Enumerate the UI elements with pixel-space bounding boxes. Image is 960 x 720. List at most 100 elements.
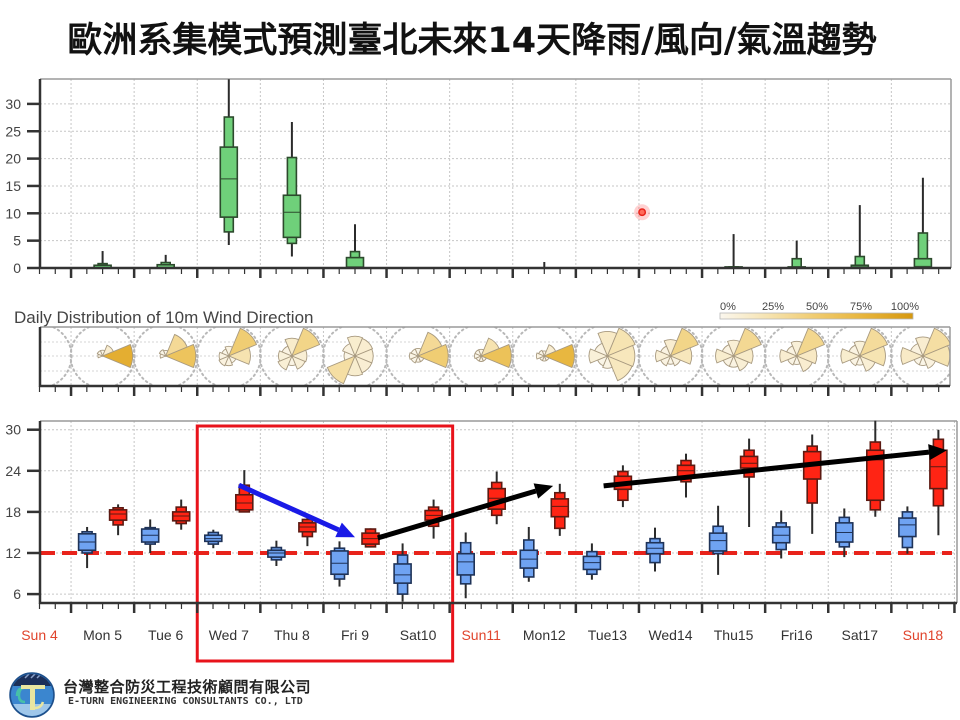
y-tick-label: 12 [5,545,21,561]
x-tick-label: Thu 8 [274,627,310,643]
chart-title: Daily Distribution of 10m Wind Direction [14,308,314,327]
wind-rose [655,327,699,367]
colorbar-label: 50% [806,301,828,313]
y-tick-label: 30 [5,422,21,438]
x-tick-label: Tue 6 [148,627,183,643]
x-tick-label: Wed 7 [209,627,249,643]
precipitation-box [156,254,175,269]
wind-rose [277,327,321,371]
charts-canvas: 0 5 10 15 20 25 30 Daily Distribution of 10m Wi… [5,78,958,663]
colorbar [719,312,914,320]
box-p25-p75 [282,194,302,239]
wind-rose [408,331,449,369]
colorbar-label: 0% [720,301,736,313]
y-tick-label: 18 [5,504,21,520]
min-temperature-box [330,541,349,587]
min-temperature-box [77,526,97,569]
precipitation-box [787,240,807,269]
x-tick-label: Sun18 [903,627,944,643]
colorbar-label: 75% [850,301,872,313]
x-tick-label: Fri 9 [341,627,369,643]
min-temperature-box [582,543,602,580]
precipitation-box [850,205,870,269]
wind-rose [326,335,374,385]
x-tick-label: Mon 5 [83,627,122,643]
box-p25-p75 [330,550,349,576]
max-temperature-box [865,420,885,517]
min-temperature-box [456,532,476,599]
min-temperature-box [140,519,160,553]
precipitation-chart: 0 5 10 15 20 25 30 [5,78,952,278]
x-tick-label: Mon12 [523,627,566,643]
wind-rose [535,343,575,369]
x-tick-label: Tue13 [588,627,627,643]
wind-direction-chart: Daily Distribution of 10m Wind Direction… [14,301,951,396]
colorbar-legend: 0% 25% 50% 75% 100% [719,301,919,320]
y-tick-label: 24 [5,463,21,479]
max-temperature-box [361,528,380,548]
precipitation-box [913,177,933,269]
arrow-shaft [377,488,537,541]
precipitation-box [724,234,743,269]
box-p25-p75 [456,552,476,576]
box-p25-p75 [550,498,570,518]
x-tick-label: Thu15 [714,627,754,643]
arrow-shaft [237,482,340,533]
box-p25-p75 [898,517,917,538]
e-turn-logo-icon [9,672,55,718]
precipitation-box [219,79,239,246]
min-temperature-box [267,540,286,567]
max-temperature-box [550,483,570,536]
box-p25-p75 [108,509,128,521]
x-tick-label: Fri16 [781,627,813,643]
box-p25-p75 [739,455,759,469]
min-temperature-box [519,526,539,582]
box-p25-p75 [393,563,412,584]
colorbar-label: 100% [891,301,919,313]
wind-rose [158,333,197,369]
min-temperature-box [204,529,223,549]
marker-dot [638,208,647,217]
x-tick-label: Sat10 [400,627,437,643]
company-name-english: E-TURN ENGINEERING CONSULTANTS CO., LTD [68,696,303,707]
y-tick-label: 25 [5,123,21,139]
max-temperature-box [739,438,759,527]
max-temperature-box [487,471,507,525]
y-tick-label: 20 [5,151,21,167]
footer: 台灣整合防災工程技術顧問有限公司 E-TURN ENGINEERING CONS… [0,668,400,720]
min-temperature-box [645,527,665,572]
box-p25-p75 [219,146,239,218]
y-tick-label: 30 [5,96,21,112]
wind-rose [474,337,512,369]
wind-rose [715,327,762,372]
box-p25-p75 [708,532,728,552]
y-tick-label: 0 [13,260,21,276]
trend-arrow [237,482,355,538]
colorbar-label: 25% [762,301,784,313]
min-temperature-box [834,508,854,558]
trend-arrow [377,483,554,541]
max-temperature-box [802,434,822,534]
x-tick-label: Sat17 [842,627,879,643]
trend-arrow [603,444,947,489]
highlight-box [195,424,455,663]
company-name-chinese: 台灣整合防災工程技術顧問有限公司 [63,678,312,696]
box-p25-p75 [235,493,254,511]
y-tick-label: 6 [13,586,21,602]
arrow-head [533,483,554,499]
precipitation-box [93,251,112,269]
y-tick-label: 10 [5,205,21,221]
max-temperature-box [929,429,948,536]
wind-rose [96,343,134,369]
wind-rose [588,327,636,382]
precipitation-box [282,121,302,257]
y-tick-label: 15 [5,178,21,194]
wind-rose [779,327,826,373]
box-p25-p75 [267,549,286,558]
x-tick-label: Sun 4 [21,627,58,643]
wind-rose [900,327,950,369]
y-tick-label: 5 [13,233,21,249]
precipitation-box [345,224,365,269]
pointer-marker [634,204,651,221]
wind-plot-area [40,327,950,386]
